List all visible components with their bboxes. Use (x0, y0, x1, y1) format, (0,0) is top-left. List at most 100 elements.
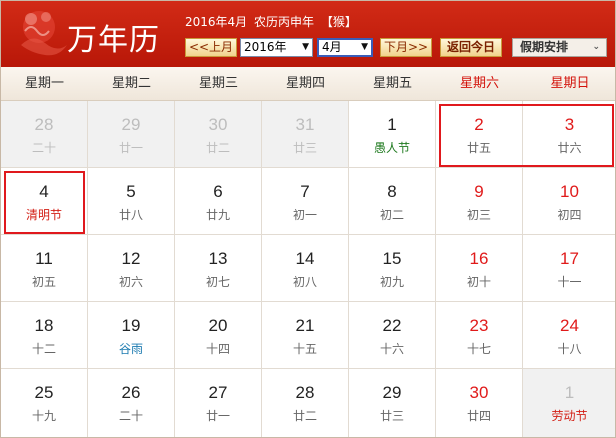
date-info-line: 2016年4月 农历丙申年 【猴】 (185, 13, 360, 30)
day-number: 25 (34, 383, 54, 402)
weekday-label: 星期二 (111, 76, 151, 91)
lunar-date-label: 廿五 (466, 141, 491, 155)
lunar-date-label: 廿二 (292, 409, 317, 423)
calendar-day-cell[interactable]: 1 愚人节 (349, 101, 436, 168)
lunar-date-label: 初四 (557, 208, 582, 222)
lunar-date-label: 初十 (466, 275, 491, 289)
calendar-day-cell[interactable]: 27 廿一 (175, 369, 262, 437)
lunar-date-label: 初五 (31, 275, 56, 289)
lunar-date-label: 廿一 (118, 141, 143, 155)
day-number: 17 (560, 249, 579, 268)
calendar-day-cell[interactable]: 5 廿八 (88, 168, 175, 235)
calendar-day-cell[interactable]: 11 初五 (1, 235, 88, 302)
weekday-label: 星期四 (285, 76, 325, 91)
calendar-day-cell[interactable]: 16 初十 (436, 235, 523, 302)
calendar-day-cell[interactable]: 13 初七 (175, 235, 262, 302)
calendar-day-cell[interactable]: 20 十四 (175, 302, 262, 369)
calendar-day-cell[interactable]: 28 廿二 (262, 369, 349, 437)
calendar-logo: 万年历 (15, 5, 175, 65)
lunar-date-label: 初八 (292, 275, 317, 289)
day-number: 19 (121, 316, 141, 335)
calendar-day-cell[interactable]: 2 廿五 (436, 101, 523, 168)
calendar-day-cell[interactable]: 31 廿三 (262, 101, 349, 168)
year-select-value: 2016年 (244, 40, 287, 54)
weekday-label: 星期一 (24, 76, 64, 91)
day-number: 16 (469, 249, 489, 268)
calendar-header: 万年历 2016年4月 农历丙申年 【猴】 <<上月 2016年 ▼ 4月 ▼ … (1, 1, 615, 67)
holiday-schedule-label: 假期安排 (520, 40, 569, 54)
lunar-date-label: 廿四 (466, 409, 491, 423)
calendar-day-cell[interactable]: 7 初一 (262, 168, 349, 235)
calendar-day-cell[interactable]: 29 廿一 (88, 101, 175, 168)
month-select[interactable]: 4月 ▼ (317, 38, 373, 57)
day-number: 7 (300, 182, 310, 201)
calendar-day-cell[interactable]: 19 谷雨 (88, 302, 175, 369)
calendar-day-cell[interactable]: 9 初三 (436, 168, 523, 235)
calendar-day-cell[interactable]: 22 十六 (349, 302, 436, 369)
day-number: 12 (121, 249, 141, 268)
lunar-date-label: 初三 (466, 208, 491, 222)
day-number: 15 (382, 249, 402, 268)
calendar-day-cell[interactable]: 25 十九 (1, 369, 88, 437)
lunar-date-label: 十七 (466, 342, 491, 356)
lunar-date-label: 初六 (118, 275, 143, 289)
day-number: 3 (564, 115, 575, 134)
lunar-date-label: 初二 (379, 208, 404, 222)
calendar-day-cell[interactable]: 8 初二 (349, 168, 436, 235)
lunar-year-text: 农历丙申年 (254, 15, 315, 29)
calendar-day-cell[interactable]: 18 十二 (1, 302, 88, 369)
calendar-day-cell[interactable]: 24 十八 (523, 302, 615, 369)
app-title: 万年历 (67, 23, 160, 58)
day-number: 30 (469, 383, 489, 402)
solar-term-label: 谷雨 (118, 342, 143, 356)
lunar-date-label: 十二 (31, 342, 56, 356)
calendar-day-cell[interactable]: 1 劳动节 (523, 369, 615, 437)
day-number: 30 (208, 115, 228, 134)
weekday-header-row: 星期一 星期二 星期三 星期四 星期五 星期六 星期日 (1, 67, 615, 101)
calendar-day-cell[interactable]: 26 二十 (88, 369, 175, 437)
calendar-day-cell[interactable]: 28 二十 (1, 101, 88, 168)
calendar-day-cell[interactable]: 21 十五 (262, 302, 349, 369)
calendar-day-cell[interactable]: 12 初六 (88, 235, 175, 302)
day-number: 20 (208, 316, 228, 335)
day-number: 1 (564, 383, 575, 402)
lunar-date-label: 十四 (205, 342, 230, 356)
calendar-day-cell[interactable]: 17 十一 (523, 235, 615, 302)
lunar-date-label: 廿八 (118, 208, 143, 222)
calendar-day-cell[interactable]: 23 十七 (436, 302, 523, 369)
festival-label: 劳动节 (551, 409, 588, 423)
back-to-today-button[interactable]: 返回今日 (440, 38, 502, 57)
day-number: 24 (560, 316, 579, 335)
day-number: 2 (474, 115, 484, 134)
calendar-day-cell[interactable]: 30 廿二 (175, 101, 262, 168)
holiday-schedule-dropdown[interactable]: 假期安排 ⌄ (512, 38, 607, 57)
calendar-day-cell[interactable]: 6 廿九 (175, 168, 262, 235)
calendar-day-cell[interactable]: 14 初八 (262, 235, 349, 302)
calendar-day-cell[interactable]: 10 初四 (523, 168, 615, 235)
calendar-widget: 万年历 2016年4月 农历丙申年 【猴】 <<上月 2016年 ▼ 4月 ▼ … (0, 0, 616, 438)
prev-month-button[interactable]: <<上月 (185, 38, 237, 57)
dropdown-arrow-icon: ▼ (302, 42, 309, 52)
day-number: 31 (295, 115, 315, 134)
calendar-day-cell[interactable]: 30 廿四 (436, 369, 523, 437)
lunar-date-label: 廿一 (205, 409, 230, 423)
lunar-date-label: 十一 (557, 275, 582, 289)
lunar-date-label: 初一 (292, 208, 317, 222)
day-number: 23 (469, 316, 489, 335)
weekday-label: 星期日 (550, 76, 590, 91)
lunar-date-label: 十六 (379, 342, 404, 356)
weekday-label: 星期五 (372, 76, 412, 91)
day-number: 6 (213, 182, 223, 201)
weekday-label: 星期三 (198, 76, 238, 91)
day-number: 26 (121, 383, 141, 402)
day-number: 14 (295, 249, 315, 268)
day-number: 1 (387, 115, 397, 134)
year-select[interactable]: 2016年 ▼ (240, 38, 313, 57)
next-month-button[interactable]: 下月>> (380, 38, 432, 57)
calendar-day-cell[interactable]: 4 清明节 (1, 168, 88, 235)
calendar-day-cell[interactable]: 29 廿三 (349, 369, 436, 437)
day-number: 9 (474, 182, 484, 201)
calendar-day-cell[interactable]: 15 初九 (349, 235, 436, 302)
calendar-day-cell[interactable]: 3 廿六 (523, 101, 615, 168)
day-number: 13 (208, 249, 228, 268)
